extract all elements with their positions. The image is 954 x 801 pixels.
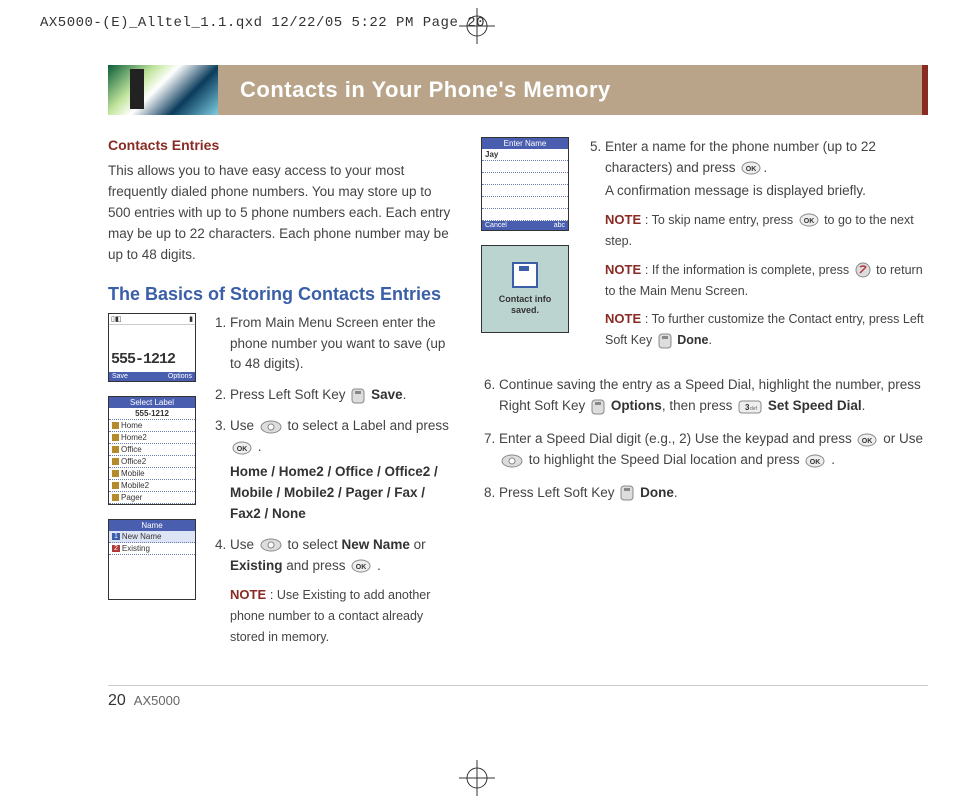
step-2: Press Left Soft Key Save. bbox=[230, 385, 453, 406]
page-footer: 20 AX5000 bbox=[108, 692, 180, 710]
label-number: 555-1212 bbox=[109, 408, 195, 420]
list-item: Home bbox=[109, 420, 195, 432]
register-mark-top bbox=[459, 8, 495, 44]
title-thumbnail bbox=[108, 65, 218, 115]
step-5: Enter a name for the phone number (up to… bbox=[605, 137, 928, 351]
status-icon: ▯◧ bbox=[111, 315, 121, 323]
svg-text:OK: OK bbox=[810, 459, 821, 466]
nav-icon bbox=[501, 454, 523, 468]
list-item: Office bbox=[109, 444, 195, 456]
step-7: Enter a Speed Dial digit (e.g., 2) Use t… bbox=[499, 429, 928, 471]
note-customize: NOTE : To further customize the Contact … bbox=[605, 309, 928, 351]
svg-text:OK: OK bbox=[237, 446, 248, 453]
nav-icon bbox=[260, 538, 282, 552]
svg-text:def: def bbox=[750, 406, 758, 412]
steps-list-right-top: Enter a name for the phone number (up to… bbox=[587, 137, 928, 361]
steps-list-right-bottom: Continue saving the entry as a Speed Dia… bbox=[481, 375, 928, 504]
list-item: 1New Name bbox=[109, 531, 195, 543]
crop-metadata: AX5000-(E)_Alltel_1.1.qxd 12/22/05 5:22 … bbox=[40, 15, 485, 31]
step-8: Press Left Soft Key Done. bbox=[499, 483, 928, 504]
list-item: Pager bbox=[109, 492, 195, 504]
note-skip-name: NOTE : To skip name entry, press OK to g… bbox=[605, 210, 928, 252]
screenshot-saved: Contact infosaved. bbox=[481, 245, 569, 333]
list-item: Mobile2 bbox=[109, 480, 195, 492]
screen-title: Enter Name bbox=[482, 138, 568, 149]
svg-text:OK: OK bbox=[356, 564, 367, 571]
svg-text:OK: OK bbox=[862, 438, 873, 445]
screen-title: Name bbox=[109, 520, 195, 531]
list-item: Home2 bbox=[109, 432, 195, 444]
page-title: Contacts in Your Phone's Memory bbox=[218, 65, 922, 115]
note-complete: NOTE : If the information is complete, p… bbox=[605, 260, 928, 302]
softkey-icon bbox=[658, 333, 672, 349]
step-1: From Main Menu Screen enter the phone nu… bbox=[230, 313, 453, 376]
ok-icon: OK bbox=[799, 213, 819, 227]
register-mark-bottom bbox=[459, 760, 495, 796]
label-options: Home / Home2 / Office / Office2 / Mobile… bbox=[230, 464, 438, 521]
footer-rule bbox=[108, 685, 928, 686]
ok-icon: OK bbox=[351, 559, 371, 573]
battery-icon: ▮ bbox=[189, 315, 193, 323]
title-edge bbox=[922, 65, 928, 115]
svg-text:OK: OK bbox=[803, 218, 814, 225]
softkey-mode: abc bbox=[554, 222, 565, 229]
softkey-icon bbox=[351, 388, 365, 404]
ok-icon: OK bbox=[741, 161, 761, 175]
note-step4: NOTE : Use Existing to add another phone… bbox=[230, 585, 453, 648]
softkey-save: Save bbox=[112, 373, 128, 380]
model-name: AX5000 bbox=[134, 693, 180, 708]
section-heading-basics: The Basics of Storing Contacts Entries bbox=[108, 284, 453, 305]
column-left: Contacts Entries This allows you to have… bbox=[108, 137, 453, 658]
ok-icon: OK bbox=[805, 454, 825, 468]
softkey-icon bbox=[591, 399, 605, 415]
svg-text:OK: OK bbox=[746, 166, 757, 173]
step-4: Use to select New Name or Existing and p… bbox=[230, 535, 453, 648]
screenshot-select-label: Select Label 555-1212 Home Home2 Office … bbox=[108, 396, 196, 505]
list-item: Office2 bbox=[109, 456, 195, 468]
step-3: Use to select a Label and press OK . Hom… bbox=[230, 416, 453, 525]
page-content: Contacts in Your Phone's Memory Contacts… bbox=[108, 65, 928, 658]
key-3-icon: 3def bbox=[738, 400, 762, 414]
softkey-options: Options bbox=[168, 373, 192, 380]
column-right: Enter Name Jay Cancel abc Contact infosav… bbox=[481, 137, 928, 658]
title-bar: Contacts in Your Phone's Memory bbox=[108, 65, 928, 115]
nav-icon bbox=[260, 420, 282, 434]
ok-icon: OK bbox=[232, 441, 252, 455]
screenshot-enter-name: Enter Name Jay Cancel abc bbox=[481, 137, 569, 231]
subheading-contacts-entries: Contacts Entries bbox=[108, 137, 453, 153]
disk-icon bbox=[512, 262, 538, 288]
dialer-number: 555-1212 bbox=[109, 347, 195, 372]
intro-paragraph: This allows you to have easy access to y… bbox=[108, 161, 453, 266]
screenshot-name: Name 1New Name 2Existing bbox=[108, 519, 196, 600]
softkey-icon bbox=[620, 485, 634, 501]
input-value: Jay bbox=[482, 149, 568, 161]
screen-title: Select Label bbox=[109, 397, 195, 408]
ok-icon: OK bbox=[857, 433, 877, 447]
step-6: Continue saving the entry as a Speed Dia… bbox=[499, 375, 928, 417]
softkey-cancel: Cancel bbox=[485, 222, 507, 229]
page-number: 20 bbox=[108, 692, 126, 709]
list-item: 2Existing bbox=[109, 543, 195, 555]
end-key-icon bbox=[855, 262, 871, 278]
screenshot-stack-right: Enter Name Jay Cancel abc Contact infosav… bbox=[481, 137, 571, 361]
screenshot-stack-left: ▯◧ ▮ 555-1212 Save Options Select Label 55… bbox=[108, 313, 198, 658]
list-item: Mobile bbox=[109, 468, 195, 480]
screenshot-dialer: ▯◧ ▮ 555-1212 Save Options bbox=[108, 313, 196, 382]
steps-list-left: From Main Menu Screen enter the phone nu… bbox=[212, 313, 453, 658]
